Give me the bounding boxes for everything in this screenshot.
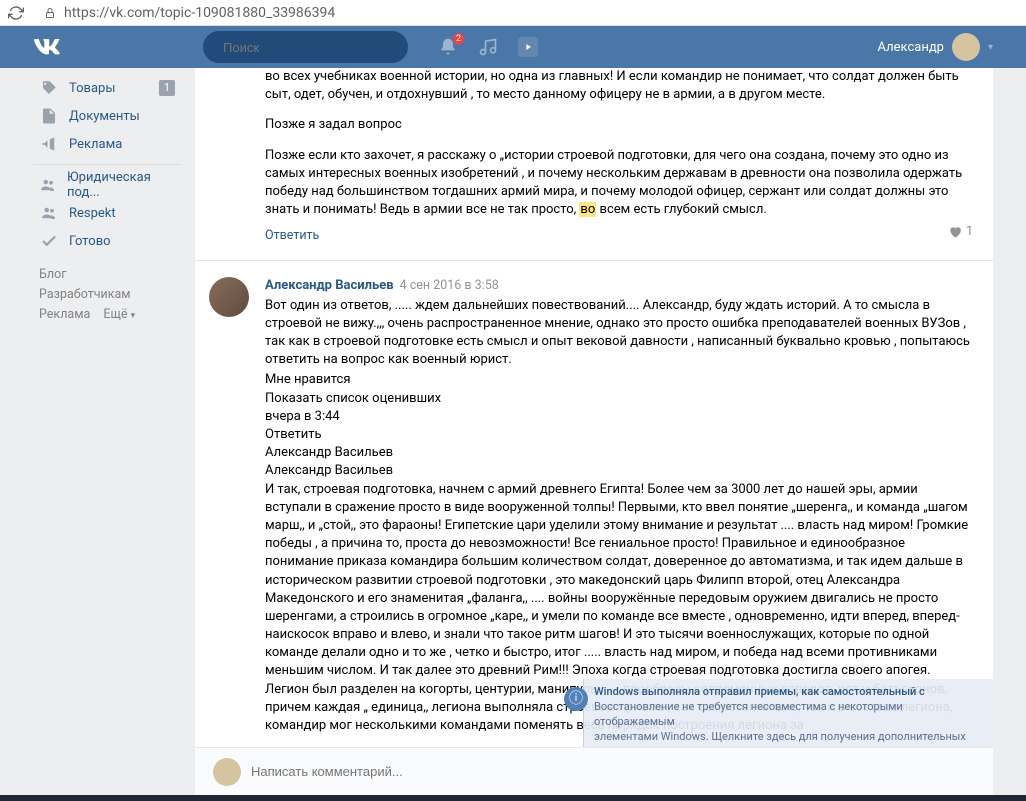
sidebar-item-done[interactable]: Готово bbox=[33, 227, 181, 255]
post-text: Позже я задал вопрос bbox=[265, 116, 973, 134]
footer-ads2[interactable]: Реклама bbox=[39, 307, 90, 322]
sidebar-item-label: Respekt bbox=[69, 206, 116, 221]
music-icon[interactable] bbox=[478, 37, 498, 57]
avatar[interactable] bbox=[209, 277, 249, 317]
comment-bar bbox=[195, 747, 993, 795]
heart-icon bbox=[948, 225, 962, 239]
sidebar-item-label: Юридическая под... bbox=[67, 170, 175, 200]
chevron-down-icon: ▾ bbox=[988, 42, 993, 53]
comment-input[interactable] bbox=[251, 764, 975, 779]
browser-toolbar: https://vk.com/topic-109081880_33986394 bbox=[0, 0, 1026, 26]
post-text: Позже если кто захочет, я расскажу о „ис… bbox=[265, 147, 973, 220]
post-date: 4 сен 2016 в 3:58 bbox=[400, 277, 499, 295]
notifications-icon[interactable]: 2 bbox=[438, 37, 458, 57]
sidebar-item-ads[interactable]: Реклама bbox=[33, 130, 181, 158]
sidebar-item-label: Реклама bbox=[69, 137, 122, 152]
footer-devs[interactable]: Разработчикам bbox=[39, 287, 131, 302]
like-label[interactable]: Мне нравится bbox=[265, 371, 973, 389]
sidebar: Товары 1 Документы Реклама Юридическая п… bbox=[33, 68, 181, 795]
author-link[interactable]: Александр Васильев bbox=[265, 462, 973, 480]
sidebar-item-legal[interactable]: Юридическая под... bbox=[33, 171, 181, 199]
reply-button[interactable]: Ответить bbox=[265, 227, 319, 245]
post-header: Александр Васильев 4 сен 2016 в 3:58 bbox=[265, 277, 973, 295]
sidebar-item-respekt[interactable]: Respekt bbox=[33, 199, 181, 227]
post1-body: во всех учебниках военной истории, но од… bbox=[195, 68, 993, 246]
sidebar-item-label: Готово bbox=[69, 234, 111, 249]
user-name: Александр bbox=[878, 40, 944, 55]
like-button[interactable]: 1 bbox=[948, 223, 973, 241]
footer-more[interactable]: Ещё ▾ bbox=[103, 307, 135, 322]
document-icon bbox=[39, 106, 59, 126]
vk-header: 2 Александр ▾ bbox=[0, 26, 1026, 68]
search-input[interactable] bbox=[223, 40, 399, 55]
show-rated-list[interactable]: Показать список оценивших bbox=[265, 390, 973, 408]
divider bbox=[195, 260, 993, 261]
avatar bbox=[213, 758, 241, 786]
reply-button[interactable]: Ответить bbox=[265, 426, 973, 444]
search-box[interactable] bbox=[203, 31, 408, 63]
taskbar bbox=[0, 795, 1026, 801]
video-icon[interactable] bbox=[518, 37, 538, 57]
sidebar-item-goods[interactable]: Товары 1 bbox=[33, 74, 181, 102]
text-highlight: во bbox=[579, 202, 596, 217]
notif-count: 2 bbox=[453, 33, 464, 45]
post-time: вчера в 3:44 bbox=[265, 408, 973, 426]
author-link[interactable]: Александр Васильев bbox=[265, 277, 394, 295]
main-content: во всех учебниках военной истории, но од… bbox=[195, 68, 993, 795]
info-icon: ⓘ bbox=[564, 687, 588, 711]
post-text: Вот один из ответов, ..... ждем дальнейш… bbox=[265, 297, 973, 370]
post2: Александр Васильев 4 сен 2016 в 3:58 Вот… bbox=[195, 271, 993, 736]
megaphone-icon bbox=[39, 134, 59, 154]
sidebar-footer: Блог Разработчикам Реклама Ещё ▾ bbox=[33, 255, 181, 336]
avatar bbox=[952, 33, 980, 61]
sidebar-item-docs[interactable]: Документы bbox=[33, 102, 181, 130]
sidebar-item-label: Документы bbox=[69, 109, 140, 124]
url-text: https://vk.com/topic-109081880_33986394 bbox=[64, 5, 335, 21]
group-icon bbox=[39, 175, 57, 195]
lock-icon bbox=[44, 7, 56, 19]
divider bbox=[33, 164, 181, 165]
user-menu[interactable]: Александр ▾ bbox=[878, 33, 993, 61]
like-count: 1 bbox=[966, 223, 973, 241]
url-bar[interactable]: https://vk.com/topic-109081880_33986394 bbox=[36, 3, 1018, 23]
reload-icon[interactable] bbox=[8, 5, 24, 21]
sidebar-item-label: Товары bbox=[69, 81, 115, 96]
author-link[interactable]: Александр Васильев bbox=[265, 444, 973, 462]
tag-icon bbox=[39, 78, 59, 98]
post-text: во всех учебниках военной истории, но од… bbox=[265, 68, 973, 104]
footer-blog[interactable]: Блог bbox=[39, 267, 66, 282]
group-icon bbox=[39, 203, 59, 223]
check-icon bbox=[39, 231, 59, 251]
vk-logo[interactable] bbox=[33, 33, 61, 61]
sidebar-badge: 1 bbox=[159, 80, 175, 96]
